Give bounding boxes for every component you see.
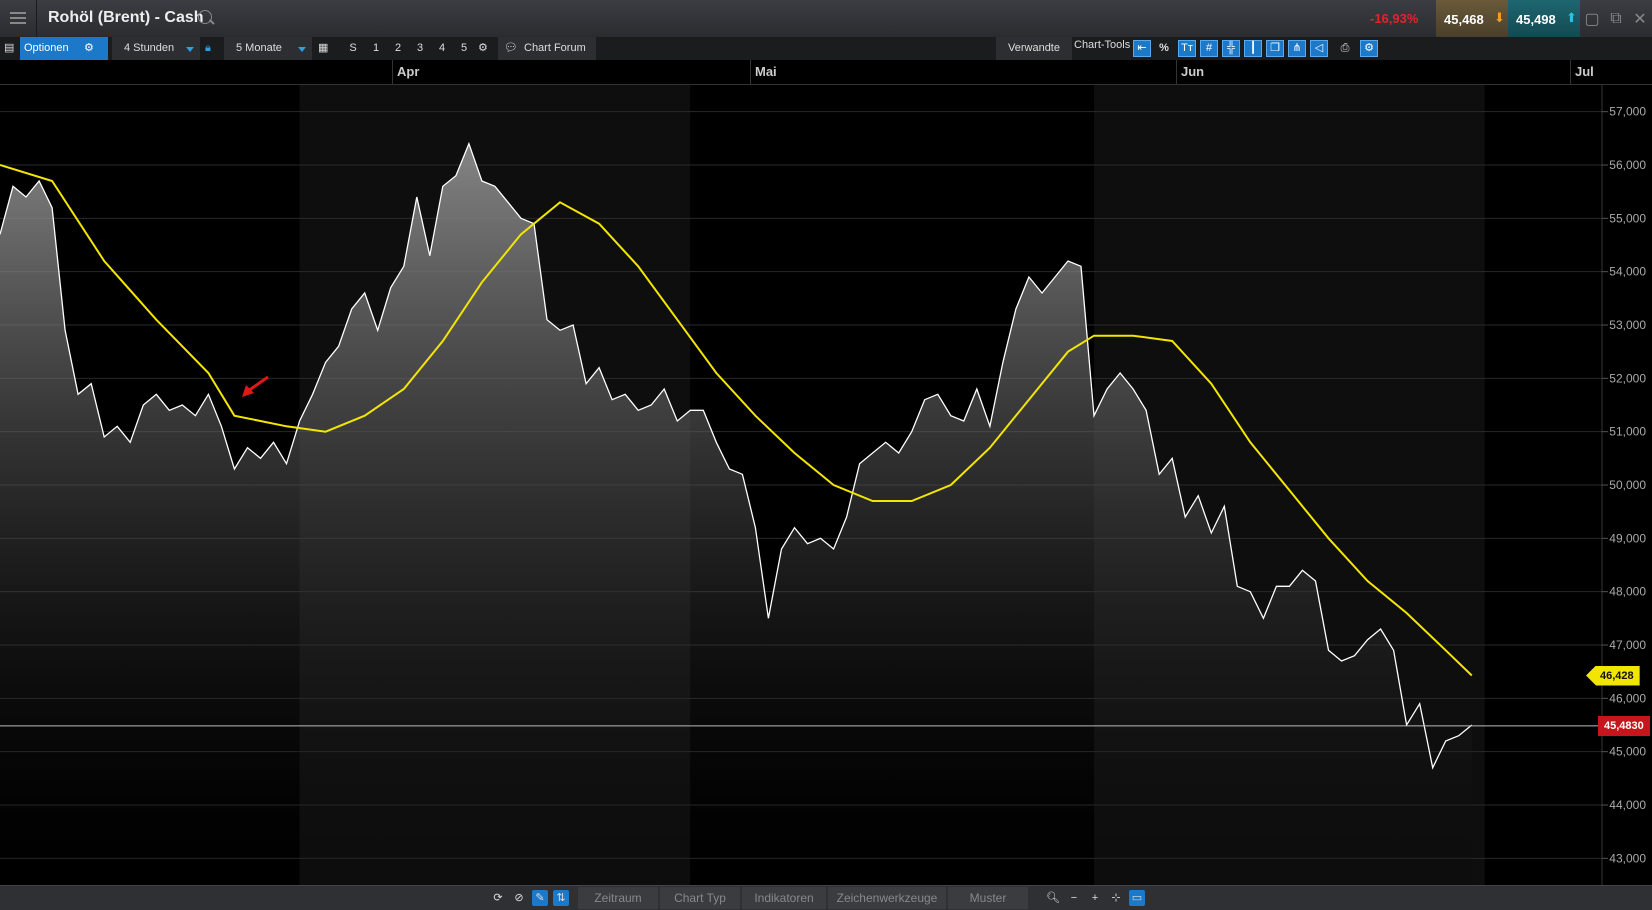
windows-icon[interactable]: ❐: [1266, 40, 1284, 57]
y-tick-label: 53,000: [1609, 318, 1646, 332]
range-value: 5 Monate: [236, 42, 282, 54]
grid-icon[interactable]: #: [1200, 40, 1218, 57]
calendar-icon[interactable]: ▦: [318, 37, 332, 60]
chevron-down-icon: [298, 47, 306, 52]
y-tick-label: 45,000: [1609, 745, 1646, 759]
range-button-2[interactable]: 2: [392, 37, 404, 60]
arrow-up-icon: ⬆: [1566, 10, 1577, 26]
sell-price: 45,468: [1444, 12, 1484, 27]
y-tick-label: 44,000: [1609, 798, 1646, 812]
range-button-3[interactable]: 3: [414, 37, 426, 60]
buy-price: 45,498: [1516, 12, 1556, 27]
annotation-arrow: [242, 377, 268, 397]
percent-button[interactable]: %: [1155, 40, 1173, 57]
zoom-in-icon[interactable]: +: [1087, 890, 1103, 906]
y-tick-label: 50,000: [1609, 478, 1646, 492]
chart-toolbar: ▤ Optionen ⚙ 4 Stunden 🔒︎ 5 Monate ▦ S 1…: [0, 37, 1652, 60]
y-tick-label: 57,000: [1609, 105, 1646, 119]
interval-select[interactable]: 4 Stunden: [112, 37, 200, 60]
ma-price-value: 46,428: [1600, 670, 1634, 682]
lock-icon[interactable]: 🔒︎: [205, 37, 219, 60]
chart-forum-label: Chart Forum: [524, 42, 586, 54]
interval-value: 4 Stunden: [124, 42, 174, 54]
hamburger-icon: [10, 12, 26, 25]
arrow-left-icon[interactable]: ⇤: [1133, 40, 1151, 57]
speech-bubble-icon: 💬︎: [504, 37, 518, 60]
tag-icon[interactable]: ◁: [1310, 40, 1328, 57]
detach-window-icon[interactable]: ▢: [1580, 0, 1604, 37]
indicator-icon[interactable]: ⋔: [1288, 40, 1306, 57]
crosshair-icon[interactable]: ╬: [1222, 40, 1240, 57]
y-tick-label: 47,000: [1609, 638, 1646, 652]
close-icon[interactable]: ✕: [1628, 0, 1652, 37]
magnet-icon[interactable]: ⇅: [553, 890, 569, 906]
range-button-s[interactable]: S: [347, 37, 359, 60]
tab-indikatoren[interactable]: Indikatoren: [742, 887, 826, 909]
y-tick-label: 51,000: [1609, 425, 1646, 439]
options-label: Optionen: [24, 42, 69, 54]
y-tick-label: 49,000: [1609, 531, 1646, 545]
month-divider: [750, 60, 751, 84]
y-tick-label: 54,000: [1609, 265, 1646, 279]
month-divider: [392, 60, 393, 84]
month-divider: [1176, 60, 1177, 84]
month-label-apr: Apr: [397, 64, 419, 79]
arrow-down-icon: ⬇: [1494, 10, 1505, 26]
y-tick-label: 52,000: [1609, 371, 1646, 385]
scale-icon[interactable]: ▭: [1129, 890, 1145, 906]
tools-settings-icon[interactable]: ⚙: [1360, 40, 1378, 57]
buy-button[interactable]: 45,498 ⬆: [1508, 0, 1580, 37]
title-bar: Rohöl (Brent) - Cash -16,93% 45,468 ⬇ 45…: [0, 0, 1652, 38]
current-price-value: 45,4830: [1604, 720, 1644, 732]
price-chart[interactable]: 57,000 56,000 55,000 54,000 53,000 52,000 51,0…: [0, 85, 1652, 885]
clear-icon[interactable]: ⊘: [511, 890, 527, 906]
print-icon[interactable]: ⎙: [1336, 40, 1354, 57]
sell-button[interactable]: 45,468 ⬇: [1436, 0, 1508, 37]
candlestick-icon[interactable]: ┃: [1244, 40, 1262, 57]
chart-tools-label: Chart-Tools: [1074, 34, 1136, 57]
month-divider: [1570, 60, 1571, 84]
chevron-down-icon: [186, 47, 194, 52]
refresh-icon[interactable]: ⟳: [490, 890, 506, 906]
range-button-1[interactable]: 1: [370, 37, 382, 60]
y-axis: 57,000 56,000 55,000 54,000 53,000 52,000 51,0…: [1602, 105, 1646, 866]
instrument-title: Rohöl (Brent) - Cash: [48, 9, 204, 27]
menu-button[interactable]: [0, 0, 37, 37]
document-icon[interactable]: ▤: [4, 37, 18, 60]
zoom-out-icon[interactable]: −: [1066, 890, 1082, 906]
month-label-jun: Jun: [1181, 64, 1204, 79]
pencil-icon[interactable]: ✎: [532, 890, 548, 906]
tab-zeitraum[interactable]: Zeitraum: [578, 887, 658, 909]
y-tick-label: 46,000: [1609, 691, 1646, 705]
month-label-mai: Mai: [755, 64, 777, 79]
bottom-toolbar: ⟳ ⊘ ✎ ⇅ Zeitraum Chart Typ Indikatoren Z…: [0, 885, 1652, 910]
gear-icon: ⚙: [84, 37, 94, 60]
search-icon[interactable]: [198, 10, 212, 24]
fit-icon[interactable]: ⊹: [1108, 890, 1124, 906]
ma-price-tag: 46,428: [1586, 666, 1640, 686]
change-percent: -16,93%: [1370, 11, 1418, 26]
range-select[interactable]: 5 Monate: [224, 37, 312, 60]
month-label-jul: Jul: [1575, 64, 1594, 79]
text-tool-icon[interactable]: Tт: [1178, 40, 1196, 57]
maximize-icon[interactable]: ⧉: [1604, 0, 1628, 37]
timeline-header: Apr Mai Jun Jul: [0, 60, 1652, 85]
settings-gear-icon[interactable]: ⚙: [478, 37, 492, 60]
tab-muster[interactable]: Muster: [948, 887, 1028, 909]
zoom-icon[interactable]: 🔍︎: [1045, 890, 1061, 906]
range-button-4[interactable]: 4: [436, 37, 448, 60]
chart-forum-button[interactable]: 💬︎ Chart Forum: [498, 37, 596, 60]
range-button-5[interactable]: 5: [458, 37, 470, 60]
tab-chart-typ[interactable]: Chart Typ: [660, 887, 740, 909]
options-button[interactable]: Optionen ⚙: [20, 37, 108, 60]
y-tick-label: 56,000: [1609, 158, 1646, 172]
y-tick-label: 43,000: [1609, 851, 1646, 865]
current-price-tag: 45,4830: [1598, 716, 1650, 736]
related-button[interactable]: Verwandte: [996, 37, 1072, 60]
y-tick-label: 48,000: [1609, 585, 1646, 599]
tab-zeichenwerkzeuge[interactable]: Zeichenwerkzeuge: [828, 887, 946, 909]
y-tick-label: 55,000: [1609, 211, 1646, 225]
